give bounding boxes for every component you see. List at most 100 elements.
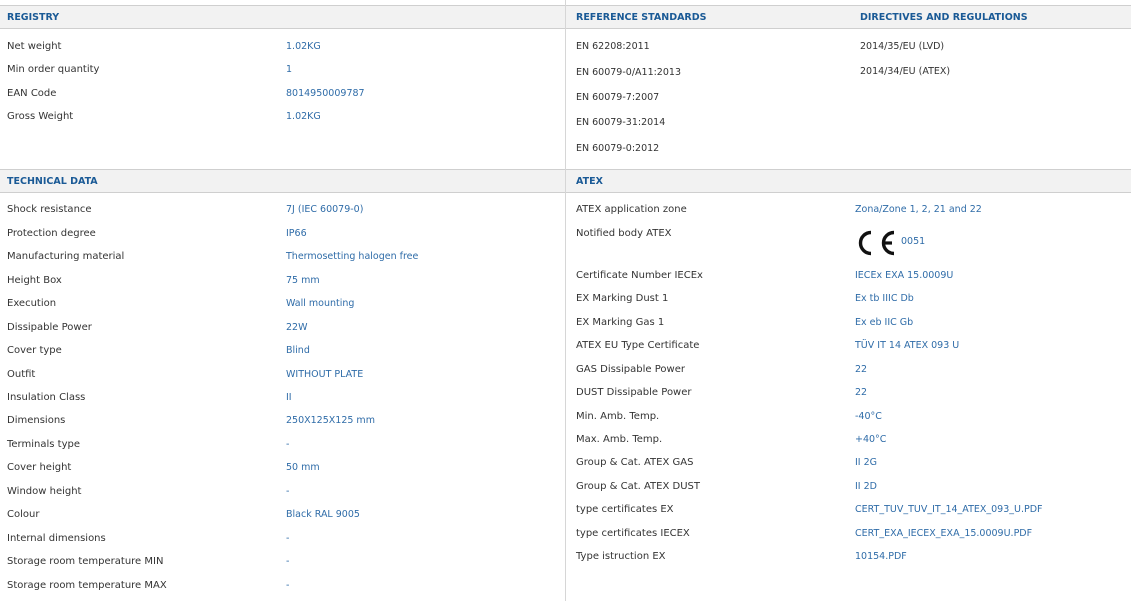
registry-row: Net weight 1.02KG bbox=[0, 39, 565, 57]
atex-row: Certificate Number IECEx IECEx EXA 15.00… bbox=[566, 268, 1131, 286]
technical-row: Outfit WITHOUT PLATE bbox=[0, 367, 565, 385]
atex-label: Notified body ATEX bbox=[576, 228, 672, 239]
atex-value: Zona/Zone 1, 2, 21 and 22 bbox=[855, 204, 982, 215]
registry-label: Net weight bbox=[7, 41, 62, 52]
atex-label: Type istruction EX bbox=[576, 551, 666, 562]
certificate-pdf-link[interactable]: CERT_EXA_IECEX_EXA_15.0009U.PDF bbox=[855, 528, 1032, 539]
technical-label: Cover height bbox=[7, 462, 72, 473]
atex-label: Min. Amb. Temp. bbox=[576, 411, 660, 422]
directive: 2014/35/EU (LVD) bbox=[860, 41, 945, 52]
technical-row: Internal dimensions - bbox=[0, 531, 565, 549]
technical-label: Storage room temperature MAX bbox=[7, 580, 167, 591]
technical-value: - bbox=[286, 486, 290, 497]
atex-label: Certificate Number IECEx bbox=[576, 270, 703, 281]
technical-label: Manufacturing material bbox=[7, 251, 125, 262]
atex-row: type certificates EX CERT_TUV_TUV_IT_14_… bbox=[566, 502, 1131, 520]
registry-row: Gross Weight 1.02KG bbox=[0, 109, 565, 127]
left-column: REGISTRY Net weight 1.02KG Min order qua… bbox=[0, 0, 565, 601]
reference-standards-title: REFERENCE STANDARDS bbox=[576, 12, 707, 23]
technical-label: Dissipable Power bbox=[7, 322, 92, 333]
registry-label: Min order quantity bbox=[7, 64, 100, 75]
atex-row: ATEX application zone Zona/Zone 1, 2, 21… bbox=[566, 202, 1131, 220]
technical-label: Cover type bbox=[7, 345, 62, 356]
technical-row: Height Box 75 mm bbox=[0, 273, 565, 291]
atex-label: Group & Cat. ATEX GAS bbox=[576, 457, 694, 468]
technical-value: 7J (IEC 60079-0) bbox=[286, 204, 364, 215]
technical-row: Colour Black RAL 9005 bbox=[0, 507, 565, 525]
instruction-pdf-link[interactable]: 10154.PDF bbox=[855, 551, 907, 562]
atex-title: ATEX bbox=[576, 176, 603, 187]
technical-value: Wall mounting bbox=[286, 298, 355, 309]
technical-label: Internal dimensions bbox=[7, 533, 106, 544]
ce-mark-icon bbox=[858, 230, 895, 256]
technical-value: Thermosetting halogen free bbox=[286, 251, 419, 262]
atex-row: Max. Amb. Temp. +40°C bbox=[566, 432, 1131, 450]
technical-value: - bbox=[286, 533, 290, 544]
atex-value: II 2G bbox=[855, 457, 878, 468]
technical-label: Colour bbox=[7, 509, 40, 520]
technical-label: Execution bbox=[7, 298, 57, 309]
certificate-pdf-link[interactable]: CERT_TUV_TUV_IT_14_ATEX_093_U.PDF bbox=[855, 504, 1043, 515]
technical-row: Window height - bbox=[0, 484, 565, 502]
atex-value: +40°C bbox=[855, 434, 887, 445]
technical-row: Manufacturing material Thermosetting hal… bbox=[0, 249, 565, 267]
technical-label: Window height bbox=[7, 486, 82, 497]
atex-value: Ex eb IIC Gb bbox=[855, 317, 914, 328]
technical-value: Blind bbox=[286, 345, 310, 356]
atex-value: -40°C bbox=[855, 411, 882, 422]
atex-label: Group & Cat. ATEX DUST bbox=[576, 481, 700, 492]
atex-label: DUST Dissipable Power bbox=[576, 387, 692, 398]
atex-row: EX Marking Gas 1 Ex eb IIC Gb bbox=[566, 315, 1131, 333]
technical-value: 250X125X125 mm bbox=[286, 415, 375, 426]
atex-row: EX Marking Dust 1 Ex tb IIIC Db bbox=[566, 291, 1131, 309]
reference-standard: EN 60079-31:2014 bbox=[576, 117, 666, 128]
technical-row: Protection degree IP66 bbox=[0, 226, 565, 244]
atex-label: ATEX application zone bbox=[576, 204, 687, 215]
technical-row: Dissipable Power 22W bbox=[0, 320, 565, 338]
atex-row: DUST Dissipable Power 22 bbox=[566, 385, 1131, 403]
technical-row: Cover height 50 mm bbox=[0, 460, 565, 478]
atex-label: EX Marking Gas 1 bbox=[576, 317, 665, 328]
registry-value: 1.02KG bbox=[286, 111, 321, 122]
technical-label: Height Box bbox=[7, 275, 62, 286]
registry-value: 1 bbox=[286, 64, 293, 75]
atex-label: ATEX EU Type Certificate bbox=[576, 340, 700, 351]
notified-body-number: 0051 bbox=[901, 236, 926, 247]
reference-standard: EN 60079-0:2012 bbox=[576, 143, 660, 154]
atex-row: Group & Cat. ATEX GAS II 2G bbox=[566, 455, 1131, 473]
registry-row: EAN Code 8014950009787 bbox=[0, 86, 565, 104]
technical-label: Outfit bbox=[7, 369, 36, 380]
atex-row: Type istruction EX 10154.PDF bbox=[566, 549, 1131, 567]
atex-label: Max. Amb. Temp. bbox=[576, 434, 663, 445]
registry-header: REGISTRY bbox=[0, 5, 565, 29]
technical-value: - bbox=[286, 556, 290, 567]
atex-value: II 2D bbox=[855, 481, 877, 492]
technical-value: 22W bbox=[286, 322, 308, 333]
technical-label: Storage room temperature MIN bbox=[7, 556, 164, 567]
atex-label: EX Marking Dust 1 bbox=[576, 293, 669, 304]
registry-title: REGISTRY bbox=[7, 12, 60, 23]
atex-label: GAS Dissipable Power bbox=[576, 364, 685, 375]
atex-value: TÜV IT 14 ATEX 093 U bbox=[855, 340, 960, 351]
directives-title: DIRECTIVES AND REGULATIONS bbox=[860, 12, 1028, 23]
atex-row: ATEX EU Type Certificate TÜV IT 14 ATEX … bbox=[566, 338, 1131, 356]
technical-value: IP66 bbox=[286, 228, 307, 239]
registry-label: EAN Code bbox=[7, 88, 57, 99]
technical-row: Storage room temperature MAX - bbox=[0, 578, 565, 596]
atex-row: Min. Amb. Temp. -40°C bbox=[566, 409, 1131, 427]
atex-row: Notified body ATEX bbox=[566, 226, 1131, 244]
reference-standard: EN 60079-0/A11:2013 bbox=[576, 67, 681, 78]
standards-header: REFERENCE STANDARDS DIRECTIVES AND REGUL… bbox=[566, 5, 1131, 29]
atex-row: type certificates IECEX CERT_EXA_IECEX_E… bbox=[566, 526, 1131, 544]
technical-value: II bbox=[286, 392, 292, 403]
registry-label: Gross Weight bbox=[7, 111, 74, 122]
directive: 2014/34/EU (ATEX) bbox=[860, 66, 951, 77]
technical-value: 75 mm bbox=[286, 275, 320, 286]
technical-row: Insulation Class II bbox=[0, 390, 565, 408]
technical-label: Shock resistance bbox=[7, 204, 92, 215]
registry-value: 1.02KG bbox=[286, 41, 321, 52]
technical-value: Black RAL 9005 bbox=[286, 509, 360, 520]
technical-row: Cover type Blind bbox=[0, 343, 565, 361]
technical-row: Shock resistance 7J (IEC 60079-0) bbox=[0, 202, 565, 220]
technical-value: 50 mm bbox=[286, 462, 320, 473]
